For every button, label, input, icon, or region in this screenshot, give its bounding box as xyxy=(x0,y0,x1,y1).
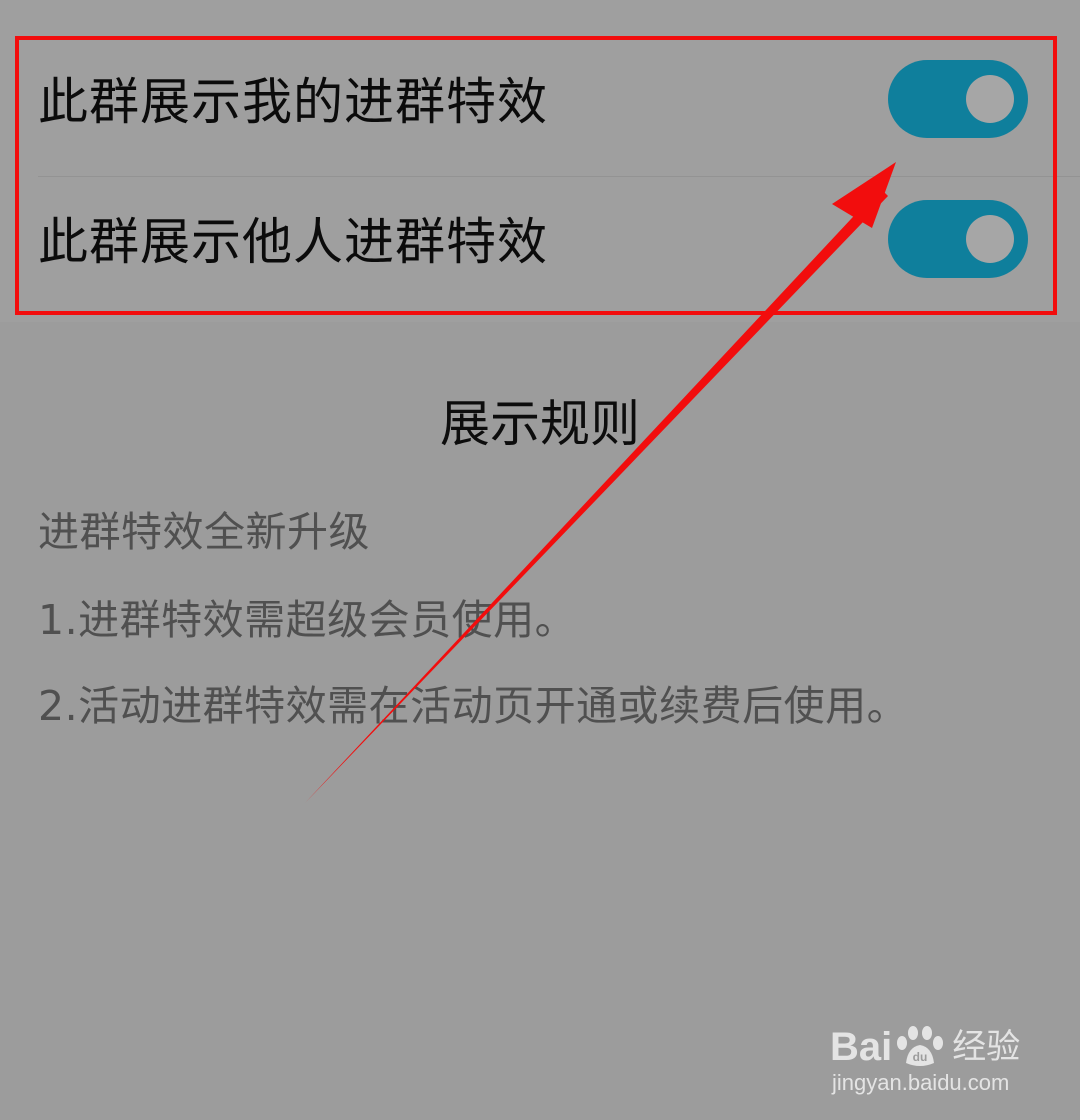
rules-text: 进群特效全新升级 xyxy=(38,508,370,556)
baidu-jingyan-watermark: Bai du 经验 jingyan.baidu.com xyxy=(826,1000,1056,1100)
watermark-brand: Bai du 经验 xyxy=(830,1022,1020,1072)
paw-logo-icon: du xyxy=(897,1026,944,1066)
watermark-brand-left: Bai xyxy=(830,1025,893,1069)
watermark-url: jingyan.baidu.com xyxy=(832,1070,1010,1095)
rules-text: 2.活动进群特效需在活动页开通或续费后使用。 xyxy=(38,682,909,730)
rules-title: 展示规则 xyxy=(440,395,640,453)
rules-text: 1.进群特效需超级会员使用。 xyxy=(38,596,577,644)
watermark-brand-right: 经验 xyxy=(952,1027,1021,1067)
svg-text:du: du xyxy=(913,1050,928,1064)
highlight-annotation-box xyxy=(15,36,1057,315)
